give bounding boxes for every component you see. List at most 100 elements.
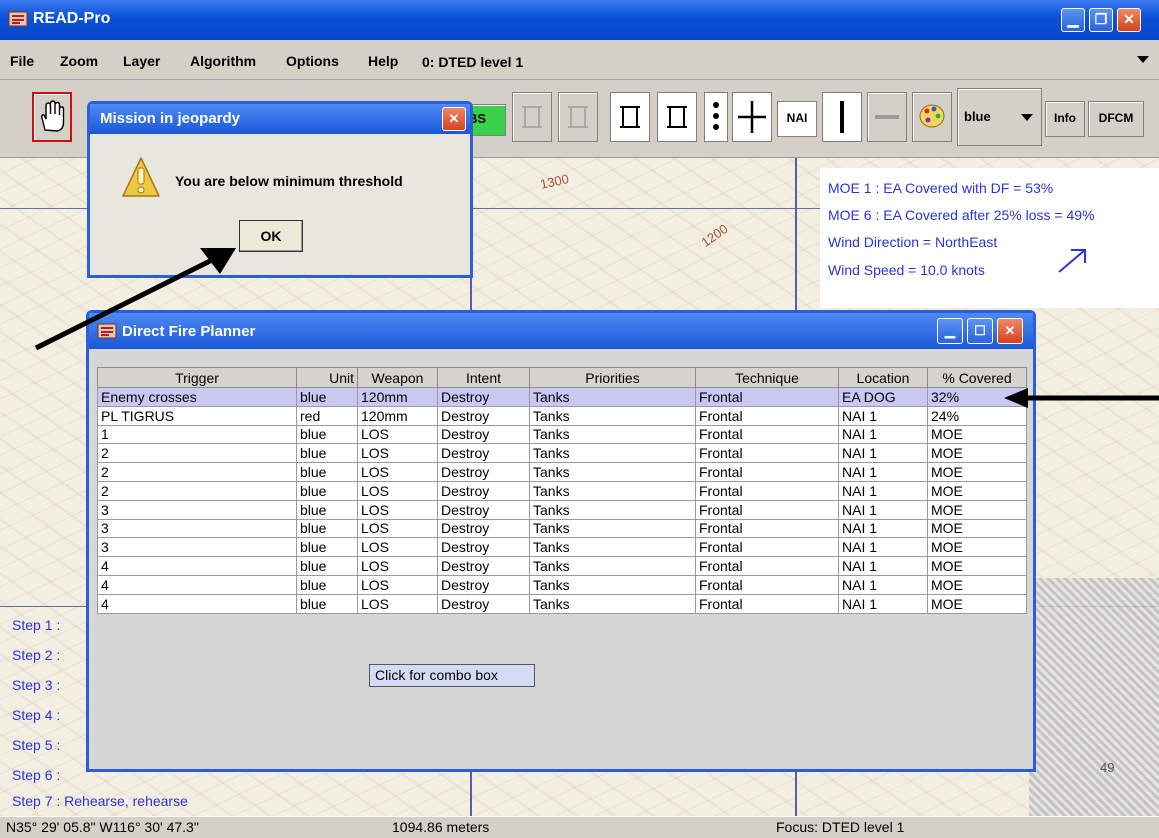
cell-covered[interactable]: MOE <box>927 480 1027 501</box>
cell-location[interactable]: NAI 1 <box>838 593 928 614</box>
cell-priorities[interactable]: Tanks <box>529 556 696 576</box>
cell-location[interactable]: NAI 1 <box>838 443 928 464</box>
close-button[interactable]: ✕ <box>1117 8 1141 32</box>
cell-location[interactable]: NAI 1 <box>838 537 928 558</box>
cell-weapon[interactable]: LOS <box>357 574 438 595</box>
cell-location[interactable]: NAI 1 <box>838 556 928 576</box>
column-header-location[interactable]: Location <box>838 367 928 388</box>
cell-weapon[interactable]: LOS <box>357 518 438 539</box>
cell-priorities[interactable]: Tanks <box>529 424 696 445</box>
cell-unit[interactable]: blue <box>296 462 358 482</box>
menu-zoom[interactable]: Zoom <box>60 53 98 69</box>
cell-priorities[interactable]: Tanks <box>529 387 696 407</box>
table-row[interactable]: 3 blue LOS Destroy Tanks Frontal NAI 1 MOE <box>97 518 1027 539</box>
menu-help[interactable]: Help <box>368 53 398 69</box>
cell-priorities[interactable]: Tanks <box>529 405 696 426</box>
table-row[interactable]: 2 blue LOS Destroy Tanks Frontal NAI 1 MOE <box>97 443 1027 464</box>
table-row[interactable]: PL TIGRUS red 120mm Destroy Tanks Frontal NAI … <box>97 405 1027 426</box>
color-palette-button[interactable] <box>912 92 952 142</box>
table-row[interactable]: 2 blue LOS Destroy Tanks Frontal NAI 1 MOE <box>97 480 1027 501</box>
cell-trigger[interactable]: 2 <box>97 462 297 482</box>
cell-intent[interactable]: Destroy <box>437 537 530 558</box>
info-button[interactable]: Info <box>1045 101 1085 137</box>
cell-unit[interactable]: blue <box>296 443 358 464</box>
planner-maximize-button[interactable]: ☐ <box>967 318 993 344</box>
column-header-intent[interactable]: Intent <box>437 367 530 388</box>
cell-trigger[interactable]: 3 <box>97 499 297 520</box>
cell-technique[interactable]: Frontal <box>695 518 839 539</box>
planner-close-button[interactable]: ✕ <box>997 318 1023 344</box>
crosshair-button[interactable] <box>732 92 772 142</box>
cell-technique[interactable]: Frontal <box>695 405 839 426</box>
column-header-weapon[interactable]: Weapon <box>357 367 438 388</box>
cell-covered[interactable]: MOE <box>927 574 1027 595</box>
cell-intent[interactable]: Destroy <box>437 443 530 464</box>
menu-options[interactable]: Options <box>286 53 339 69</box>
cell-covered[interactable]: MOE <box>927 462 1027 482</box>
cell-intent[interactable]: Destroy <box>437 405 530 426</box>
cell-technique[interactable]: Frontal <box>695 574 839 595</box>
dialog-close-button[interactable]: ✕ <box>442 107 466 131</box>
cell-weapon[interactable]: LOS <box>357 499 438 520</box>
cell-covered[interactable]: MOE <box>927 537 1027 558</box>
cell-intent[interactable]: Destroy <box>437 518 530 539</box>
cell-intent[interactable]: Destroy <box>437 556 530 576</box>
draw-box-button-2[interactable] <box>558 92 598 142</box>
cell-location[interactable]: EA DOG <box>838 387 928 407</box>
table-row[interactable]: 3 blue LOS Destroy Tanks Frontal NAI 1 MOE <box>97 499 1027 520</box>
cell-covered[interactable]: MOE <box>927 443 1027 464</box>
column-header-priorities[interactable]: Priorities <box>529 367 696 388</box>
cell-unit[interactable]: blue <box>296 593 358 614</box>
cell-priorities[interactable]: Tanks <box>529 518 696 539</box>
cell-technique[interactable]: Frontal <box>695 556 839 576</box>
cell-location[interactable]: NAI 1 <box>838 405 928 426</box>
cell-trigger[interactable]: PL TIGRUS <box>97 405 297 426</box>
table-row[interactable]: 1 blue LOS Destroy Tanks Frontal NAI 1 MOE <box>97 424 1027 445</box>
table-row[interactable]: 3 blue LOS Destroy Tanks Frontal NAI 1 MOE <box>97 537 1027 558</box>
cell-weapon[interactable]: LOS <box>357 424 438 445</box>
cell-unit[interactable]: blue <box>296 480 358 501</box>
cell-trigger[interactable]: 4 <box>97 574 297 595</box>
cell-weapon[interactable]: 120mm <box>357 387 438 407</box>
cell-weapon[interactable]: LOS <box>357 480 438 501</box>
cell-priorities[interactable]: Tanks <box>529 462 696 482</box>
cell-intent[interactable]: Destroy <box>437 480 530 501</box>
layer-select[interactable]: 0: DTED level 1 <box>410 41 1159 79</box>
vertical-line-button[interactable] <box>822 92 862 142</box>
cell-location[interactable]: NAI 1 <box>838 518 928 539</box>
cell-technique[interactable]: Frontal <box>695 443 839 464</box>
cell-intent[interactable]: Destroy <box>437 424 530 445</box>
cell-technique[interactable]: Frontal <box>695 462 839 482</box>
cell-priorities[interactable]: Tanks <box>529 443 696 464</box>
dfcm-button[interactable]: DFCM <box>1088 101 1144 137</box>
cell-technique[interactable]: Frontal <box>695 480 839 501</box>
cell-location[interactable]: NAI 1 <box>838 499 928 520</box>
unit-color-select[interactable]: blue <box>957 88 1042 146</box>
cell-weapon[interactable]: LOS <box>357 462 438 482</box>
cell-trigger[interactable]: Enemy crosses <box>97 387 297 407</box>
cell-unit[interactable]: blue <box>296 518 358 539</box>
draw-box-button-3[interactable] <box>610 92 650 142</box>
cell-priorities[interactable]: Tanks <box>529 499 696 520</box>
cell-weapon[interactable]: LOS <box>357 593 438 614</box>
draw-box-button-4[interactable] <box>657 92 697 142</box>
cell-trigger[interactable]: 2 <box>97 443 297 464</box>
cell-priorities[interactable]: Tanks <box>529 574 696 595</box>
points-button[interactable] <box>704 92 728 142</box>
cell-covered[interactable]: MOE <box>927 499 1027 520</box>
cell-unit[interactable]: red <box>296 405 358 426</box>
cell-trigger[interactable]: 4 <box>97 556 297 576</box>
cell-weapon[interactable]: LOS <box>357 537 438 558</box>
cell-trigger[interactable]: 4 <box>97 593 297 614</box>
cell-intent[interactable]: Destroy <box>437 574 530 595</box>
cell-covered[interactable]: MOE <box>927 518 1027 539</box>
table-row[interactable]: 2 blue LOS Destroy Tanks Frontal NAI 1 MOE <box>97 462 1027 482</box>
cell-unit[interactable]: blue <box>296 574 358 595</box>
cell-location[interactable]: NAI 1 <box>838 424 928 445</box>
cell-intent[interactable]: Destroy <box>437 593 530 614</box>
table-row[interactable]: 4 blue LOS Destroy Tanks Frontal NAI 1 MOE <box>97 556 1027 576</box>
cell-unit[interactable]: blue <box>296 556 358 576</box>
cell-trigger[interactable]: 3 <box>97 537 297 558</box>
draw-box-button-1[interactable] <box>512 92 552 142</box>
table-row[interactable]: 4 blue LOS Destroy Tanks Frontal NAI 1 MOE <box>97 593 1027 614</box>
